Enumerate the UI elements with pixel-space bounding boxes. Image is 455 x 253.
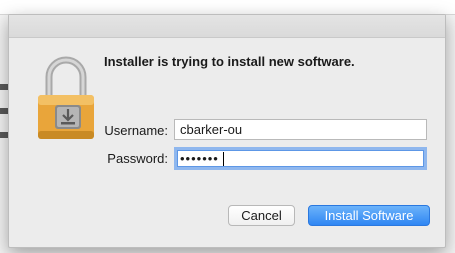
cancel-button[interactable]: Cancel (228, 205, 295, 226)
background-window-bar (0, 0, 455, 15)
lock-icon (35, 53, 97, 143)
dialog-heading: Installer is trying to install new softw… (104, 54, 355, 69)
password-field[interactable] (174, 147, 427, 170)
background-fragment (0, 84, 8, 90)
username-field[interactable] (174, 119, 427, 140)
authentication-dialog: Installer is trying to install new softw… (8, 14, 446, 248)
username-label: Username: (104, 123, 168, 138)
dialog-title-bar (9, 15, 445, 38)
background-fragment (0, 108, 8, 114)
background-fragment (0, 132, 8, 138)
text-caret (223, 152, 224, 166)
password-label: Password: (107, 151, 168, 166)
install-software-button[interactable]: Install Software (308, 205, 430, 226)
